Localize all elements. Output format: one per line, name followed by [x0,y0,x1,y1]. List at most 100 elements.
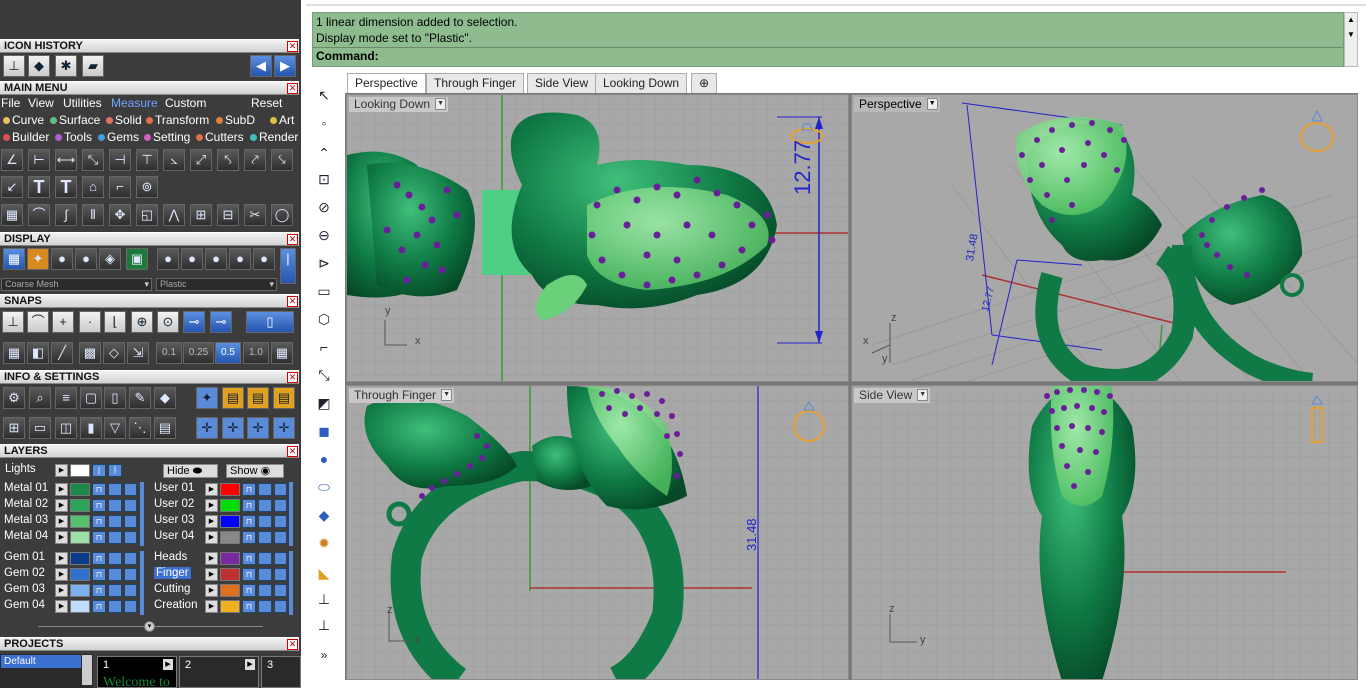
dim-chain-icon[interactable]: ⤢ [190,149,212,171]
snap-mid-icon[interactable]: · [79,311,101,333]
pick-snap-icon[interactable]: ⇲ [127,342,149,364]
layer-gem-03[interactable]: Gem 03 [4,583,45,595]
layer-lights[interactable]: Lights [5,463,36,475]
material-blue-icon[interactable]: ● [157,248,179,270]
layer-finger[interactable]: Finger [154,567,191,579]
mirror-icon[interactable]: ⫴ [82,204,104,226]
project-scrollbar[interactable] [82,655,92,685]
layer-cutting[interactable]: Cutting [154,583,190,595]
dim-ordinate-icon[interactable]: ⤣ [217,149,239,171]
panel-view-icon[interactable]: ▮ [80,417,102,439]
project-page-3[interactable]: 3 [261,656,301,688]
bar-icon[interactable] [274,499,287,512]
bar-icon[interactable] [274,552,287,565]
lock-icon[interactable]: ⊓ [242,600,256,613]
dim-rotated-icon[interactable]: ⤡ [82,149,104,171]
select-arrow-icon[interactable]: ↖ [313,84,335,106]
arrow-right-icon[interactable]: ▶ [163,659,173,670]
folder-open-icon[interactable]: ▰ [82,55,104,77]
bar-icon[interactable] [124,483,137,496]
bar-icon[interactable] [124,515,137,528]
layer-color-swatch[interactable] [70,531,90,544]
arc-icon[interactable]: ⌒ [28,204,50,226]
cubes-icon[interactable]: ▦ [1,204,23,226]
lock-icon[interactable]: ⊓ [242,584,256,597]
layer-color-swatch[interactable] [220,584,240,597]
arrow-right-icon[interactable]: ▶ [55,600,68,613]
lock-icon[interactable]: ⊓ [92,552,106,565]
ghost-sphere-icon[interactable]: ● [75,248,97,270]
bar-icon[interactable]: | [92,464,106,477]
visibility-icon[interactable] [258,584,272,597]
snap-point-icon[interactable]: + [52,311,74,333]
render-sphere-icon[interactable]: ● [51,248,73,270]
dim-height-icon[interactable]: ⊤ [136,149,158,171]
close-icon[interactable]: ✕ [287,446,298,457]
chevron-up-icon[interactable]: ▲ [1345,15,1357,24]
chevron-down-icon[interactable]: ▼ [441,389,453,401]
bar-icon[interactable] [124,552,137,565]
lock-icon[interactable]: ⊓ [242,568,256,581]
layer-color-swatch[interactable] [70,568,90,581]
plane-snap-icon[interactable]: ◇ [103,342,125,364]
bar-icon[interactable]: | [108,464,122,477]
reset-button[interactable]: Reset [251,96,282,110]
arrow-right-icon[interactable]: ▶ [205,531,218,544]
lock-icon[interactable]: ⊓ [242,483,256,496]
layer-metal-01[interactable]: Metal 01 [4,482,48,494]
arrow-right-icon[interactable]: ▶ [205,552,218,565]
dim-horizontal-icon[interactable]: ⊢ [28,149,50,171]
layer-color-swatch[interactable] [220,600,240,613]
control-points-icon[interactable]: ⊡ [313,168,335,190]
viewport-title[interactable]: Perspective ▼ [854,97,940,112]
extrude-icon[interactable]: ◩ [313,392,335,414]
visibility-icon[interactable] [108,515,122,528]
visibility-icon[interactable] [108,499,122,512]
close-icon[interactable]: ✕ [287,234,298,245]
chevron-down-icon[interactable]: ▼ [435,98,447,110]
add-tab-icon[interactable]: ⊕ [691,73,717,93]
dim-leader-icon[interactable]: ⤥ [271,149,293,171]
snap-end-icon[interactable]: ⊥ [2,311,24,333]
menu-utilities[interactable]: Utilities [63,96,102,110]
circle-tool-icon[interactable]: ⊘ [313,196,335,218]
lock-icon[interactable]: ⊓ [242,531,256,544]
sphere-icon[interactable]: ● [313,448,335,470]
layer-gem-04[interactable]: Gem 04 [4,599,45,611]
grid-view-icon[interactable]: ▣ [126,248,148,270]
layer-color-swatch[interactable] [220,483,240,496]
visibility-icon[interactable] [258,515,272,528]
menu-file[interactable]: File [1,96,20,110]
file-info-icon[interactable]: ▯ [104,387,126,409]
dim-arrow-icon[interactable]: ⤤ [244,149,266,171]
category-solid[interactable]: Solid [106,113,142,127]
volume-icon[interactable]: ⌐ [109,176,131,198]
lock-icon[interactable]: ⊓ [92,600,106,613]
arrow-right-icon[interactable]: ▶ [205,483,218,496]
arrow-right-icon[interactable]: ▶ [55,483,68,496]
expand-circle-icon[interactable]: ▾ [144,621,155,632]
category-cutters[interactable]: Cutters [196,130,244,144]
wireframe-icon[interactable]: ▦ [3,248,25,270]
lock-icon[interactable]: ⊓ [92,584,106,597]
grid-toggle-icon[interactable]: ▦ [271,342,293,364]
print-icon[interactable]: ▤ [222,387,244,409]
fillet-icon[interactable]: ⌐ [313,336,335,358]
layer-color-swatch[interactable] [70,552,90,565]
report-icon[interactable]: ▤ [273,387,295,409]
visibility-icon[interactable] [108,483,122,496]
close-icon[interactable]: ✕ [287,83,298,94]
lock-icon[interactable]: ⊓ [92,483,106,496]
leader-icon[interactable]: ↙ [1,176,23,198]
tab-through-finger[interactable]: Through Finger [426,73,525,93]
rectangle-icon[interactable]: ▭ [313,280,335,302]
category-transform[interactable]: Transform [146,113,209,127]
properties-icon[interactable]: ▤ [154,417,176,439]
layer-color-swatch[interactable] [70,483,90,496]
settings-gear-icon[interactable]: ⚙ [3,387,25,409]
axis-green-icon[interactable]: ✛ [273,417,295,439]
cube-view-icon[interactable]: ◫ [55,417,77,439]
viewport-looking-down[interactable]: Looking Down ▼ 12.77 y x [346,94,849,382]
box-icon[interactable]: ◼ [313,420,335,442]
bar-icon[interactable] [274,531,287,544]
